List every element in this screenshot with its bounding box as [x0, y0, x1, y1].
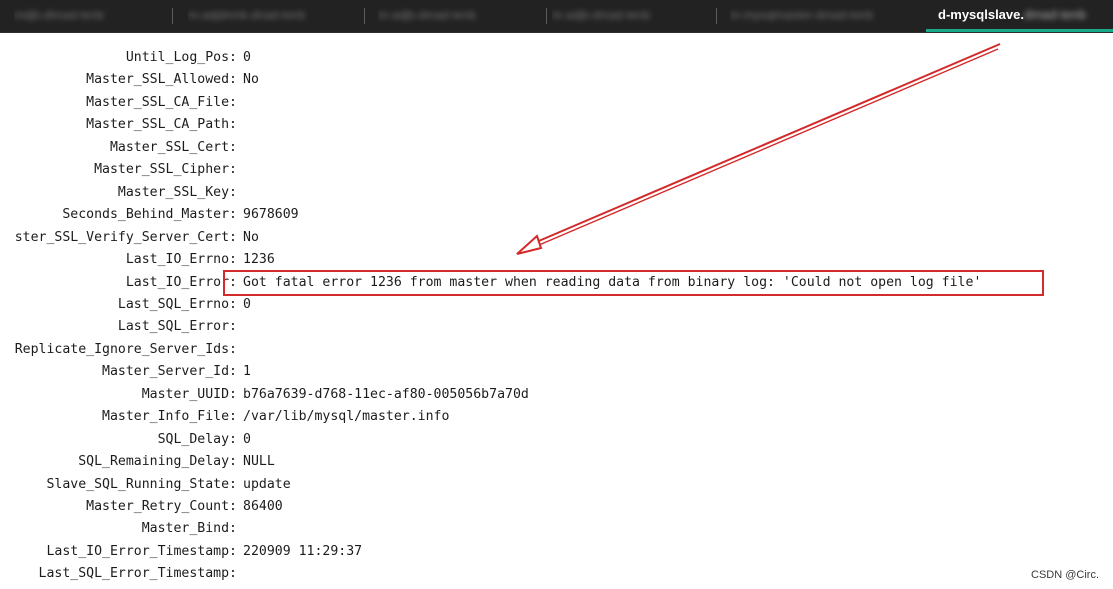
status-value: Got fatal error 1236 from master when re…: [243, 274, 982, 290]
status-value: /var/lib/mysql/master.info: [243, 409, 450, 425]
status-key: Last_IO_Error_Timestamp:: [46, 543, 237, 559]
terminal-output[interactable]: Until_Log_Pos: 0 Master_SSL_Allowed: No Mast…: [0, 33, 1113, 589]
status-row: Master_SSL_Cipher:: [0, 162, 1113, 184]
active-tab-label: d-mysqlslave.: [938, 7, 1024, 22]
status-row: Master_SSL_CA_File:: [0, 95, 1113, 117]
status-key: Master_SSL_CA_File:: [86, 94, 237, 110]
terminal-tab-5[interactable]: m-mysqlmaster-dmad-tenb: [730, 0, 910, 30]
status-key: Master_SSL_Key:: [117, 184, 237, 200]
terminal-tab-bar: mdjb-dimad-tenb m-adjdmnk-dnad-tenb m-ad…: [0, 0, 1113, 33]
status-key: Master_SSL_Allowed:: [86, 72, 237, 88]
status-value: NULL: [243, 454, 275, 470]
status-value: 9678609: [243, 207, 299, 223]
status-key: Last_SQL_Error:: [117, 319, 237, 335]
screenshot: mdjb-dimad-tenb m-adjdmnk-dnad-tenb m-ad…: [0, 0, 1113, 589]
status-row: Last_SQL_Errno: 0: [0, 297, 1113, 319]
tab-divider: [364, 8, 365, 24]
status-row: ster_SSL_Verify_Server_Cert: No: [0, 230, 1113, 252]
status-row: Until_Log_Pos: 0: [0, 50, 1113, 72]
status-value: 1: [243, 364, 251, 380]
status-row: Master_SSL_Allowed: No: [0, 72, 1113, 94]
tab-label: m-mysqlmaster-dmad-tenb: [730, 8, 874, 22]
active-tab-label-tail: dmad-tenb: [1024, 7, 1087, 22]
status-row: Seconds_Behind_Master: 9678609: [0, 207, 1113, 229]
status-value: b76a7639-d768-11ec-af80-005056b7a70d: [243, 386, 529, 402]
status-value: update: [243, 476, 291, 492]
status-key: SQL_Remaining_Delay:: [78, 454, 237, 470]
status-value: 0: [243, 296, 251, 312]
status-key: Master_UUID:: [141, 386, 237, 402]
status-row: Master_Server_Id: 1: [0, 364, 1113, 386]
status-row: Master_SSL_CA_Path:: [0, 117, 1113, 139]
status-row: Slave_SQL_Running_State: update: [0, 477, 1113, 499]
status-value: 0: [243, 431, 251, 447]
status-row: Master_Bind:: [0, 521, 1113, 543]
status-row: Master_SSL_Key:: [0, 185, 1113, 207]
tab-divider: [546, 8, 547, 24]
status-key: SQL_Delay:: [157, 431, 237, 447]
status-key: Slave_SQL_Running_State:: [46, 476, 237, 492]
status-key: Master_SSL_Cert:: [109, 139, 237, 155]
status-row: Last_IO_Errno: 1236: [0, 252, 1113, 274]
status-key: Last_SQL_Errno:: [117, 296, 237, 312]
status-key: ster_SSL_Verify_Server_Cert:: [14, 229, 237, 245]
status-key: Master_Retry_Count:: [86, 499, 237, 514]
terminal-tab-3[interactable]: m-adjb-dmad-tenb: [378, 0, 540, 30]
status-key: Master_SSL_Cipher:: [94, 162, 237, 178]
status-key: Seconds_Behind_Master:: [62, 207, 237, 223]
terminal-tab-4[interactable]: m-adjb-dmad-tenb: [552, 0, 712, 30]
status-key: Until_Log_Pos:: [125, 50, 237, 65]
status-key: Master_SSL_CA_Path:: [86, 117, 237, 133]
status-key: Last_IO_Errno:: [125, 252, 237, 268]
tab-divider: [716, 8, 717, 24]
status-row: SQL_Delay: 0: [0, 432, 1113, 454]
status-key: Replicate_Ignore_Server_Ids:: [14, 341, 237, 357]
status-value: No: [243, 229, 259, 245]
status-key: Last_IO_Error:: [125, 274, 237, 290]
status-value: 0: [243, 50, 251, 65]
status-row: Last_SQL_Error:: [0, 319, 1113, 341]
active-tab-indicator: [926, 29, 1113, 32]
status-key: Master_Server_Id:: [102, 364, 237, 380]
status-row: Master_Info_File: /var/lib/mysql/master.i…: [0, 409, 1113, 431]
tab-label: m-adjb-dmad-tenb: [378, 8, 477, 22]
status-key: Master_Info_File:: [102, 409, 237, 425]
terminal-tab-1[interactable]: mdjb-dimad-tenb: [14, 0, 164, 30]
status-row: Master_Retry_Count: 86400: [0, 499, 1113, 521]
status-row: Master_UUID: b76a7639-d768-11ec-af80-0050…: [0, 387, 1113, 409]
status-key: Last_SQL_Error_Timestamp:: [38, 566, 238, 582]
status-row: Last_IO_Error: Got fatal error 1236 from …: [0, 275, 1113, 297]
tab-label: m-adjdmnk-dnad-tenb: [188, 8, 306, 22]
tab-label: m-adjb-dmad-tenb: [552, 8, 651, 22]
status-row: SQL_Remaining_Delay: NULL: [0, 454, 1113, 476]
status-value: 220909 11:29:37: [243, 543, 363, 559]
status-row: Last_SQL_Error_Timestamp:: [0, 566, 1113, 588]
status-value: 86400: [243, 499, 283, 514]
status-row: Replicate_Ignore_Server_Ids:: [0, 342, 1113, 364]
status-row: Last_IO_Error_Timestamp: 220909 11:29:37: [0, 544, 1113, 566]
tab-divider: [172, 8, 173, 24]
status-value: 1236: [243, 252, 275, 268]
status-key: Master_Bind:: [141, 521, 237, 537]
status-value: No: [243, 72, 259, 88]
status-row: Master_SSL_Cert:: [0, 140, 1113, 162]
watermark: CSDN @Circ.: [1031, 569, 1099, 581]
terminal-tab-2[interactable]: m-adjdmnk-dnad-tenb: [188, 0, 358, 30]
terminal-tab-active[interactable]: d-mysqlslave.dmad-tenb: [938, 0, 1113, 30]
tab-label: mdjb-dimad-tenb: [14, 8, 105, 22]
